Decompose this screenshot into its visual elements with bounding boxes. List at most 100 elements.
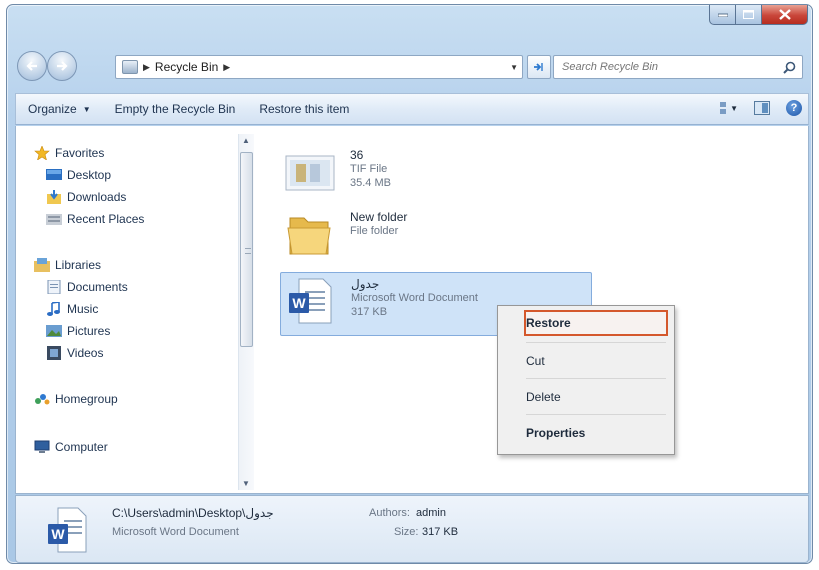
nav-homegroup-label: Homegroup bbox=[55, 392, 118, 406]
empty-recycle-bin-button[interactable]: Empty the Recycle Bin bbox=[103, 94, 248, 124]
recycle-bin-icon bbox=[122, 60, 138, 74]
word-document-icon: W bbox=[289, 278, 332, 324]
nav-recent-places[interactable]: Recent Places bbox=[46, 212, 144, 226]
refresh-button[interactable] bbox=[527, 55, 551, 79]
scroll-grip-icon bbox=[245, 248, 251, 254]
search-box[interactable] bbox=[553, 55, 803, 79]
back-button[interactable] bbox=[17, 51, 47, 81]
context-delete[interactable]: Delete bbox=[526, 390, 561, 404]
context-menu: Restore Cut Delete Properties bbox=[497, 305, 675, 455]
back-arrow-icon bbox=[26, 61, 37, 71]
details-type: Microsoft Word Document bbox=[112, 526, 239, 538]
forward-button[interactable] bbox=[47, 51, 77, 81]
scroll-down-icon[interactable]: ▼ bbox=[242, 479, 250, 488]
nav-documents-label: Documents bbox=[67, 280, 128, 294]
chevron-down-icon: ▼ bbox=[82, 104, 91, 114]
nav-desktop-label: Desktop bbox=[67, 168, 112, 182]
homegroup-icon bbox=[35, 394, 50, 405]
restore-item-button[interactable]: Restore this item bbox=[247, 94, 361, 124]
details-pane: W C:\Users\admin\Desktop\جدول Microsoft … bbox=[15, 495, 809, 563]
folder-icon bbox=[287, 217, 331, 255]
nav-documents[interactable]: Documents bbox=[46, 280, 128, 294]
nav-computer-label: Computer bbox=[55, 440, 108, 454]
nav-homegroup[interactable]: Homegroup bbox=[34, 392, 118, 406]
menu-separator bbox=[526, 342, 666, 343]
explorer-window: ▶ Recycle Bin ▶ ▼ Organize ▼ Empty the R… bbox=[6, 4, 813, 564]
nav-videos[interactable]: Videos bbox=[46, 346, 103, 360]
address-row: ▶ Recycle Bin ▶ ▼ bbox=[17, 51, 807, 81]
file-name: New folder bbox=[350, 210, 408, 224]
change-view-button[interactable]: ▼ bbox=[720, 101, 738, 115]
breadcrumb-arrow-icon[interactable]: ▶ bbox=[223, 62, 230, 73]
minimize-icon bbox=[717, 13, 728, 17]
address-bar[interactable]: ▶ Recycle Bin ▶ ▼ bbox=[115, 55, 523, 79]
nav-pictures[interactable]: Pictures bbox=[46, 324, 110, 338]
navigation-scrollbar[interactable]: ▲ ▼ bbox=[238, 134, 254, 490]
organize-label: Organize bbox=[28, 102, 77, 116]
nav-recent-places-label: Recent Places bbox=[67, 212, 145, 226]
maximize-button[interactable] bbox=[736, 5, 762, 25]
music-icon bbox=[47, 302, 60, 316]
libraries-icon bbox=[34, 258, 50, 272]
details-size-value: 317 KB bbox=[422, 526, 459, 538]
context-properties[interactable]: Properties bbox=[526, 426, 585, 440]
file-item-tif[interactable]: 36 TIF File 35.4 MB bbox=[284, 148, 391, 196]
toolbar-right-group: ▼ ? bbox=[720, 100, 802, 116]
close-icon bbox=[778, 9, 791, 20]
file-meta: جدول Microsoft Word Document 317 KB bbox=[351, 277, 478, 331]
menu-separator bbox=[526, 378, 666, 379]
nav-pictures-label: Pictures bbox=[67, 324, 111, 338]
maximize-icon bbox=[743, 10, 754, 19]
command-bar: Organize ▼ Empty the Recycle Bin Restore… bbox=[15, 93, 809, 125]
nav-favorites[interactable]: Favorites bbox=[34, 146, 104, 160]
details-size-label: Size: bbox=[394, 526, 419, 538]
context-restore[interactable]: Restore bbox=[526, 316, 571, 330]
minimize-button[interactable] bbox=[709, 5, 736, 25]
file-name: جدول bbox=[351, 277, 380, 291]
svg-text:W: W bbox=[292, 295, 306, 311]
organize-menu[interactable]: Organize ▼ bbox=[16, 94, 103, 124]
file-name: 36 bbox=[350, 148, 364, 162]
close-button[interactable] bbox=[762, 5, 808, 25]
file-item-folder[interactable]: New folder File folder bbox=[284, 210, 407, 258]
file-type: TIF File bbox=[350, 163, 388, 175]
nav-desktop[interactable]: Desktop bbox=[46, 168, 111, 182]
desktop-icon bbox=[46, 169, 62, 180]
breadcrumb-arrow-icon[interactable]: ▶ bbox=[143, 62, 150, 73]
search-icon[interactable] bbox=[783, 61, 796, 74]
details-authors-value[interactable]: admin bbox=[416, 507, 446, 519]
image-file-icon bbox=[285, 155, 335, 191]
restore-item-label: Restore this item bbox=[259, 102, 350, 116]
file-type: File folder bbox=[350, 225, 399, 237]
scroll-up-icon[interactable]: ▲ bbox=[242, 136, 250, 145]
computer-icon bbox=[34, 440, 50, 453]
menu-separator bbox=[526, 414, 666, 415]
file-type: Microsoft Word Document bbox=[351, 292, 478, 304]
nav-downloads-label: Downloads bbox=[67, 190, 127, 204]
downloads-icon bbox=[47, 190, 61, 204]
file-size: 317 KB bbox=[351, 306, 388, 318]
nav-computer[interactable]: Computer bbox=[34, 440, 108, 454]
nav-music[interactable]: Music bbox=[46, 302, 98, 316]
breadcrumb-recycle-bin[interactable]: Recycle Bin bbox=[155, 60, 218, 74]
help-icon[interactable]: ? bbox=[786, 100, 802, 116]
pictures-icon bbox=[46, 325, 62, 337]
nav-downloads[interactable]: Downloads bbox=[46, 190, 126, 204]
svg-text:W: W bbox=[51, 526, 65, 542]
forward-arrow-icon bbox=[57, 61, 68, 71]
file-meta: 36 TIF File 35.4 MB bbox=[350, 148, 391, 196]
nav-libraries[interactable]: Libraries bbox=[34, 258, 101, 272]
file-meta: New folder File folder bbox=[350, 210, 407, 258]
file-size: 35.4 MB bbox=[350, 177, 391, 189]
nav-videos-label: Videos bbox=[67, 346, 104, 360]
empty-recycle-bin-label: Empty the Recycle Bin bbox=[114, 102, 236, 116]
nav-libraries-label: Libraries bbox=[55, 258, 102, 272]
views-dropdown-icon: ▼ bbox=[730, 103, 738, 113]
nav-favorites-label: Favorites bbox=[55, 146, 105, 160]
context-cut[interactable]: Cut bbox=[526, 354, 545, 368]
scroll-thumb[interactable] bbox=[240, 152, 253, 347]
search-input[interactable] bbox=[562, 61, 762, 73]
preview-pane-icon[interactable] bbox=[754, 101, 770, 115]
content-area: Favorites Desktop Downloads Recent Place… bbox=[15, 126, 809, 494]
address-dropdown-icon[interactable]: ▼ bbox=[510, 63, 518, 72]
